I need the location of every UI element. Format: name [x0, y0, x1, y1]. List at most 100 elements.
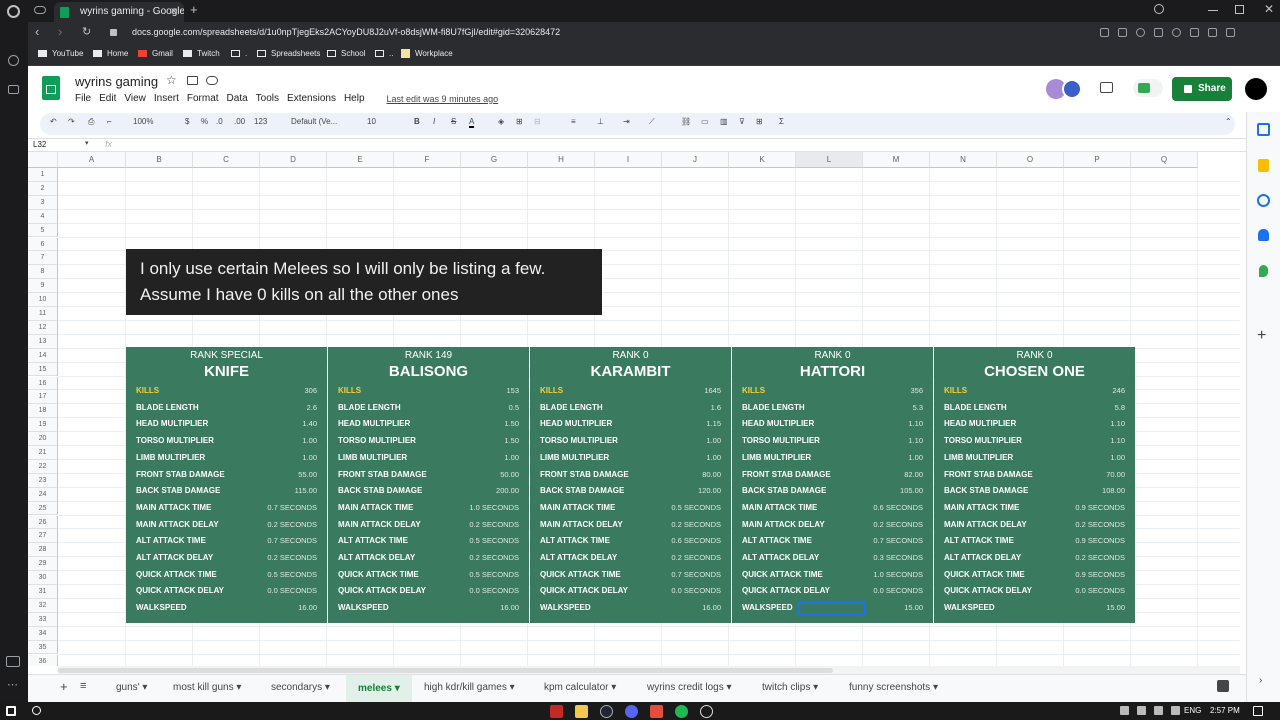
- row-header[interactable]: 30: [28, 571, 58, 585]
- row-header[interactable]: 3: [28, 195, 58, 210]
- row-header[interactable]: 18: [28, 404, 58, 419]
- row-header[interactable]: 27: [28, 529, 58, 544]
- column-header[interactable]: A: [58, 152, 126, 168]
- increase-decimal-button[interactable]: .00: [234, 117, 245, 126]
- bookmark-youtube[interactable]: YouTube: [38, 49, 83, 58]
- menu-help[interactable]: Help: [344, 93, 365, 106]
- collaborator-avatars[interactable]: [1046, 79, 1086, 99]
- zoom-select[interactable]: 100%: [133, 117, 153, 126]
- row-header[interactable]: 36: [28, 654, 58, 666]
- bookmark-folder[interactable]: .: [231, 49, 247, 58]
- strikethrough-button[interactable]: S: [451, 117, 456, 126]
- menu-tools[interactable]: Tools: [256, 93, 279, 106]
- row-header[interactable]: 16: [28, 376, 58, 391]
- bookmark-school[interactable]: School: [327, 49, 365, 58]
- fill-color-icon[interactable]: ◈: [498, 117, 504, 126]
- get-addons-icon[interactable]: +: [1257, 327, 1266, 345]
- search-icon[interactable]: [1154, 4, 1164, 14]
- number-format-select[interactable]: 123: [254, 117, 267, 126]
- sidebar-panel-icon[interactable]: [6, 656, 20, 667]
- explore-icon[interactable]: [1217, 680, 1229, 692]
- row-header[interactable]: 33: [28, 612, 58, 627]
- tray-icons[interactable]: [1120, 706, 1180, 715]
- bookmark-workplace[interactable]: Workplace: [401, 49, 453, 58]
- menu-view[interactable]: View: [124, 93, 146, 106]
- italic-button[interactable]: I: [433, 117, 435, 126]
- doc-title[interactable]: wyrins gaming: [75, 74, 158, 89]
- row-header[interactable]: 20: [28, 432, 58, 446]
- formula-input[interactable]: [124, 140, 1234, 151]
- column-header[interactable]: I: [595, 152, 662, 168]
- text-color-button[interactable]: A: [469, 117, 475, 128]
- row-header[interactable]: 6: [28, 237, 58, 252]
- row-header[interactable]: 5: [28, 223, 58, 238]
- bookmark-home[interactable]: Home: [93, 49, 128, 58]
- paint-format-icon[interactable]: ⌐: [107, 117, 112, 126]
- contacts-icon[interactable]: [1258, 229, 1269, 241]
- extensions-icons[interactable]: [1100, 28, 1250, 38]
- font-size-select[interactable]: 10: [367, 117, 376, 126]
- notifications-icon[interactable]: [1253, 706, 1263, 716]
- row-header[interactable]: 14: [28, 348, 58, 363]
- sheet-tab-guns[interactable]: guns' ▾: [116, 682, 147, 693]
- menu-edit[interactable]: Edit: [99, 93, 116, 106]
- column-header[interactable]: M: [863, 152, 930, 168]
- more-icon[interactable]: ⋯: [7, 678, 18, 691]
- sheet-tab-credit-logs[interactable]: wyrins credit logs ▾: [647, 682, 732, 693]
- bookmark-spreadsheets[interactable]: Spreadsheets: [257, 49, 320, 58]
- horizontal-scrollbar[interactable]: [58, 666, 1240, 674]
- comments-icon[interactable]: [1100, 82, 1113, 93]
- spreadsheet-grid[interactable]: ABCDEFGHIJKLMNOPQ 1 2 3 4 5 6 7 8 9 10 11 12 13 14 15 1…: [28, 152, 1240, 666]
- row-header[interactable]: 34: [28, 626, 58, 641]
- sheet-tab-kpm-calculator[interactable]: kpm calculator ▾: [544, 682, 616, 693]
- font-select[interactable]: Default (Ve...: [291, 117, 337, 126]
- chart-icon[interactable]: ▥: [720, 117, 728, 126]
- new-tab-icon[interactable]: +: [190, 3, 198, 16]
- row-header[interactable]: 19: [28, 418, 58, 433]
- row-header[interactable]: 7: [28, 251, 58, 266]
- row-header[interactable]: 1: [28, 168, 58, 182]
- valign-icon[interactable]: ⊥: [597, 117, 604, 126]
- row-header[interactable]: 23: [28, 473, 58, 488]
- column-header[interactable]: D: [260, 152, 327, 168]
- percent-button[interactable]: %: [201, 117, 208, 126]
- column-header[interactable]: P: [1064, 152, 1131, 168]
- currency-button[interactable]: $: [185, 117, 189, 126]
- row-header[interactable]: 25: [28, 501, 58, 516]
- browser-tab[interactable]: wyrins gaming - Google Sh: [54, 2, 184, 22]
- name-box[interactable]: L32: [33, 140, 46, 149]
- select-all-corner[interactable]: [28, 152, 58, 168]
- keep-icon[interactable]: [1258, 159, 1269, 172]
- menu-extensions[interactable]: Extensions: [287, 93, 336, 106]
- row-header[interactable]: 31: [28, 585, 58, 599]
- row-header[interactable]: 21: [28, 446, 58, 460]
- bookmark-gmail[interactable]: Gmail: [138, 49, 173, 58]
- column-header[interactable]: O: [997, 152, 1064, 168]
- borders-icon[interactable]: ⊞: [516, 117, 523, 126]
- column-header[interactable]: B: [126, 152, 193, 168]
- row-header[interactable]: 8: [28, 265, 58, 280]
- rotate-icon[interactable]: ⟋: [649, 117, 655, 127]
- row-header[interactable]: 15: [28, 362, 58, 377]
- menu-file[interactable]: File: [75, 93, 91, 106]
- row-header[interactable]: 4: [28, 209, 58, 224]
- comment-icon[interactable]: ▭: [701, 117, 709, 126]
- url-field[interactable]: docs.google.com/spreadsheets/d/1u0npTjeg…: [132, 27, 560, 37]
- bookmark-twitch[interactable]: Twitch: [183, 49, 220, 58]
- sheet-tab-secondarys[interactable]: secondarys ▾: [271, 682, 330, 693]
- redo-icon[interactable]: ↷: [68, 117, 75, 126]
- speed-dial-icon[interactable]: [8, 55, 19, 66]
- row-header[interactable]: 17: [28, 390, 58, 405]
- file-explorer-icon[interactable]: [575, 705, 588, 718]
- forward-icon[interactable]: ›: [58, 25, 62, 38]
- column-header[interactable]: H: [528, 152, 595, 168]
- language-indicator[interactable]: ENG: [1184, 706, 1201, 715]
- tasks-icon[interactable]: [1257, 194, 1270, 207]
- filter-views-icon[interactable]: ⊞: [756, 117, 763, 126]
- link-icon[interactable]: ⛓: [681, 117, 691, 126]
- column-header[interactable]: Q: [1131, 152, 1198, 168]
- add-sheet-icon[interactable]: +: [60, 679, 68, 694]
- column-header[interactable]: C: [193, 152, 260, 168]
- name-box-dropdown-icon[interactable]: ▾: [85, 139, 89, 147]
- menu-insert[interactable]: Insert: [154, 93, 179, 106]
